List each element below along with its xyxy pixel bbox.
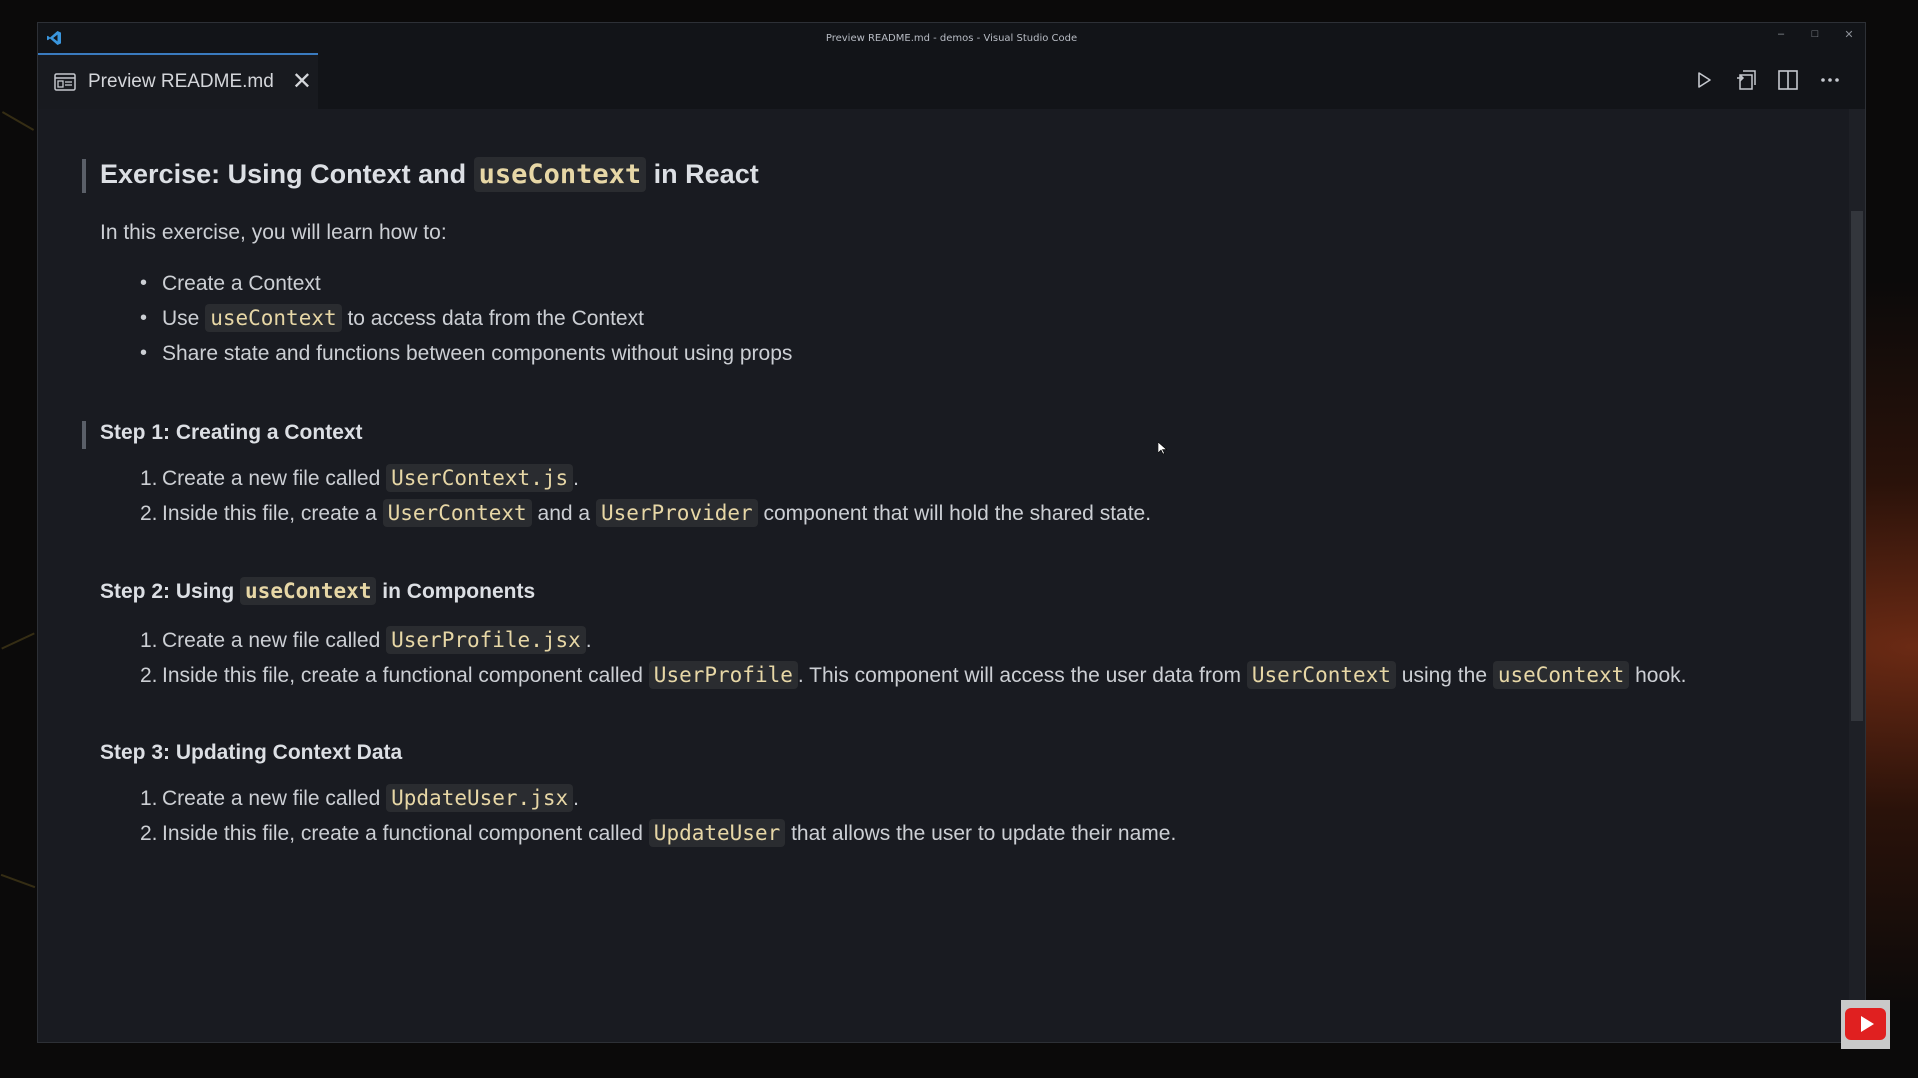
split-editor-icon[interactable] (1775, 67, 1801, 93)
page-title: Exercise: Using Context and useContext i… (82, 157, 759, 193)
youtube-logo (1841, 1000, 1890, 1049)
list-text: Create a Context (162, 272, 321, 295)
list-item: Create a Context (100, 266, 792, 301)
inline-code: UserContext.js (386, 464, 574, 492)
title-text: Exercise: Using Context and (100, 159, 474, 189)
list-text: Use (162, 307, 206, 330)
vertical-scrollbar[interactable] (1849, 109, 1865, 1042)
list-item: Share state and functions between compon… (100, 336, 792, 371)
background-decoration (1, 111, 35, 131)
list-number: 2. (140, 502, 158, 525)
list-text: . (573, 787, 579, 810)
inline-code: useContext (240, 577, 377, 605)
inline-code: useContext (473, 157, 647, 192)
tab-label: Preview README.md (88, 71, 274, 92)
list-text: Inside this file, create a (162, 502, 383, 525)
list-item: 2. Inside this file, create a UserContext… (100, 496, 1151, 531)
tab-close-button[interactable]: ✕ (292, 70, 312, 94)
mouse-cursor-icon (1158, 442, 1167, 455)
markdown-preview[interactable]: Exercise: Using Context and useContext i… (38, 109, 1849, 1042)
play-icon[interactable] (1691, 67, 1717, 93)
list-number: 1. (140, 787, 158, 810)
list-number: 2. (140, 822, 158, 845)
title-bar: Preview README.md - demos - Visual Studi… (38, 23, 1865, 53)
list-text: hook. (1629, 664, 1687, 687)
step1-list: 1. Create a new file called UserContext.j… (100, 461, 1151, 531)
list-text: Create a new file called (162, 787, 387, 810)
inline-code: UserProfile (648, 661, 798, 689)
preview-icon (54, 73, 76, 91)
heading-text: in Components (376, 580, 536, 603)
play-icon (1861, 1016, 1874, 1032)
list-text: component that will hold the shared stat… (757, 502, 1152, 525)
heading-bar (82, 421, 86, 449)
tab-bar: Preview README.md ✕ (38, 53, 1865, 110)
list-item: 2. Inside this file, create a functional … (100, 658, 1687, 693)
youtube-icon (1845, 1008, 1886, 1040)
list-number: 2. (140, 664, 158, 687)
inline-code: UserProfile.jsx (386, 626, 586, 654)
inline-code: UpdateUser (648, 819, 786, 847)
list-item: 1. Create a new file called UserContext.j… (100, 461, 1151, 496)
list-item: 1. Create a new file called UserProfile.j… (100, 623, 1687, 658)
maximize-button[interactable]: □ (1807, 28, 1823, 41)
tab-preview-readme[interactable]: Preview README.md ✕ (38, 53, 318, 109)
inline-code: UserContext (1246, 661, 1396, 689)
intro-paragraph: In this exercise, you will learn how to: (100, 221, 447, 244)
open-source-icon[interactable] (1733, 67, 1759, 93)
step1-heading: Step 1: Creating a Context (82, 421, 363, 449)
heading-text: Step 2: Using (100, 580, 241, 603)
list-number: 1. (140, 467, 158, 490)
title-text: in React (646, 159, 759, 189)
learning-list: Create a Context Use useContext to acces… (100, 266, 792, 371)
list-text: Create a new file called (162, 629, 387, 652)
editor-actions (1691, 67, 1843, 93)
list-text: . This component will access the user da… (797, 664, 1247, 687)
step2-list: 1. Create a new file called UserProfile.j… (100, 623, 1687, 693)
window-title: Preview README.md - demos - Visual Studi… (825, 32, 1078, 44)
step3-heading: Step 3: Updating Context Data (100, 741, 402, 765)
vscode-logo-icon (47, 31, 61, 45)
list-text: to access data from the Context (341, 307, 644, 330)
list-number: 1. (140, 629, 158, 652)
inline-code: UpdateUser.jsx (386, 784, 574, 812)
list-text: Inside this file, create a functional co… (162, 664, 649, 687)
background-decoration (1, 632, 35, 650)
list-text: . (585, 629, 592, 652)
window-controls: – □ ✕ (1773, 28, 1857, 41)
inline-code: useContext (205, 304, 342, 332)
inline-code: useContext (1492, 661, 1630, 689)
list-text: Create a new file called (162, 467, 387, 490)
step3-list: 1. Create a new file called UpdateUser.js… (100, 781, 1176, 851)
heading-bar (82, 159, 86, 193)
more-actions-icon[interactable] (1817, 67, 1843, 93)
list-item: Use useContext to access data from the C… (100, 301, 792, 336)
list-text: Share state and functions between compon… (162, 342, 793, 365)
scrollbar-thumb[interactable] (1851, 211, 1863, 721)
list-text: Inside this file, create a functional co… (162, 822, 649, 845)
inline-code: UserProvider (595, 499, 758, 527)
list-text: . (573, 467, 579, 490)
list-item: 2. Inside this file, create a functional … (100, 816, 1176, 851)
background-decoration (0, 873, 36, 889)
list-item: 1. Create a new file called UpdateUser.js… (100, 781, 1176, 816)
minimize-button[interactable]: – (1773, 28, 1789, 41)
heading-text: Step 3: Updating Context Data (100, 741, 403, 764)
vscode-window: Preview README.md - demos - Visual Studi… (37, 22, 1866, 1043)
list-text: that allows the user to update their nam… (785, 822, 1177, 845)
list-text: using the (1395, 664, 1493, 687)
inline-code: UserContext (382, 499, 532, 527)
list-text: and a (531, 502, 596, 525)
step2-heading: Step 2: Using useContext in Components (100, 577, 536, 605)
close-window-button[interactable]: ✕ (1841, 28, 1857, 41)
heading-text: Step 1: Creating a Context (100, 421, 363, 444)
